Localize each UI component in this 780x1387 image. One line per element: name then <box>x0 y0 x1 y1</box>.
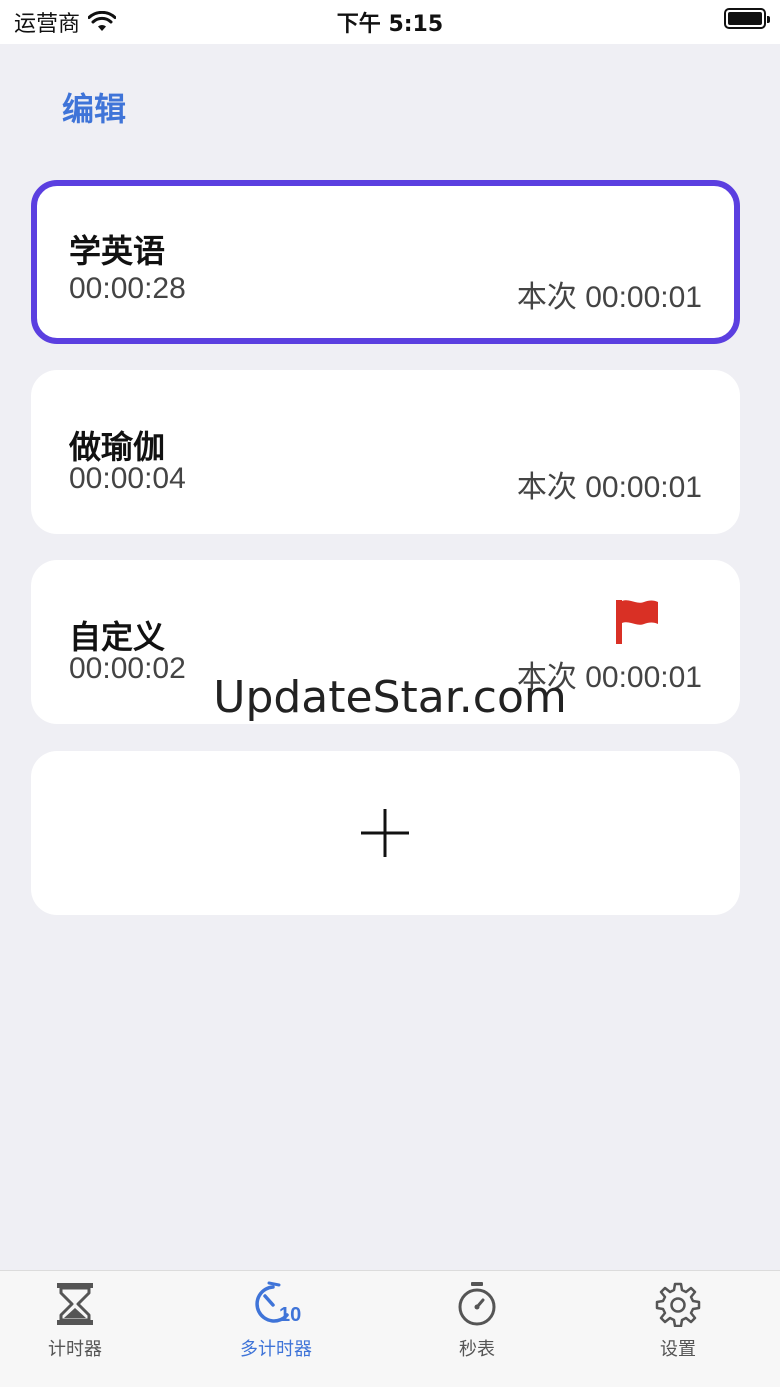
tab-label: 计时器 <box>48 1339 102 1360</box>
plus-icon <box>361 809 409 857</box>
timer-card[interactable]: 做瑜伽 00:00:04 本次 00:00:01 <box>31 370 740 534</box>
flag-icon <box>616 600 658 644</box>
timer-card[interactable]: 学英语 00:00:28 本次 00:00:01 <box>31 180 740 344</box>
timer-session: 本次 00:00:01 <box>516 471 702 504</box>
watermark: UpdateStar.com <box>213 672 567 723</box>
multi-timer-badge: 10 <box>279 1304 301 1326</box>
tab-settings[interactable]: 设置 <box>603 1281 753 1361</box>
tab-stopwatch[interactable]: 秒表 <box>402 1281 552 1361</box>
stopwatch-icon <box>458 1282 496 1326</box>
timer-total: 00:00:04 <box>69 462 186 495</box>
tab-label: 多计时器 <box>240 1339 312 1360</box>
tab-multi-timer[interactable]: 10 多计时器 <box>201 1281 351 1361</box>
multi-timer-icon: 10 <box>255 1281 301 1326</box>
status-time: 下午 5:15 <box>336 12 444 37</box>
timer-name: 学英语 <box>69 232 166 270</box>
tab-label: 设置 <box>660 1339 696 1360</box>
timer-session: 本次 00:00:01 <box>516 281 702 314</box>
add-timer-button[interactable] <box>31 751 740 915</box>
timer-total: 00:00:28 <box>69 272 186 305</box>
tab-label: 秒表 <box>459 1339 495 1360</box>
tab-bar: 计时器 10 多计时器 秒表 设置 <box>0 1270 780 1387</box>
tab-timer[interactable]: 计时器 <box>0 1281 150 1361</box>
hourglass-icon <box>57 1283 93 1325</box>
gear-icon <box>655 1282 701 1327</box>
battery-icon <box>724 8 770 29</box>
status-bar: 运营商 下午 5:15 <box>0 0 780 44</box>
edit-button[interactable]: 编辑 <box>62 84 126 130</box>
